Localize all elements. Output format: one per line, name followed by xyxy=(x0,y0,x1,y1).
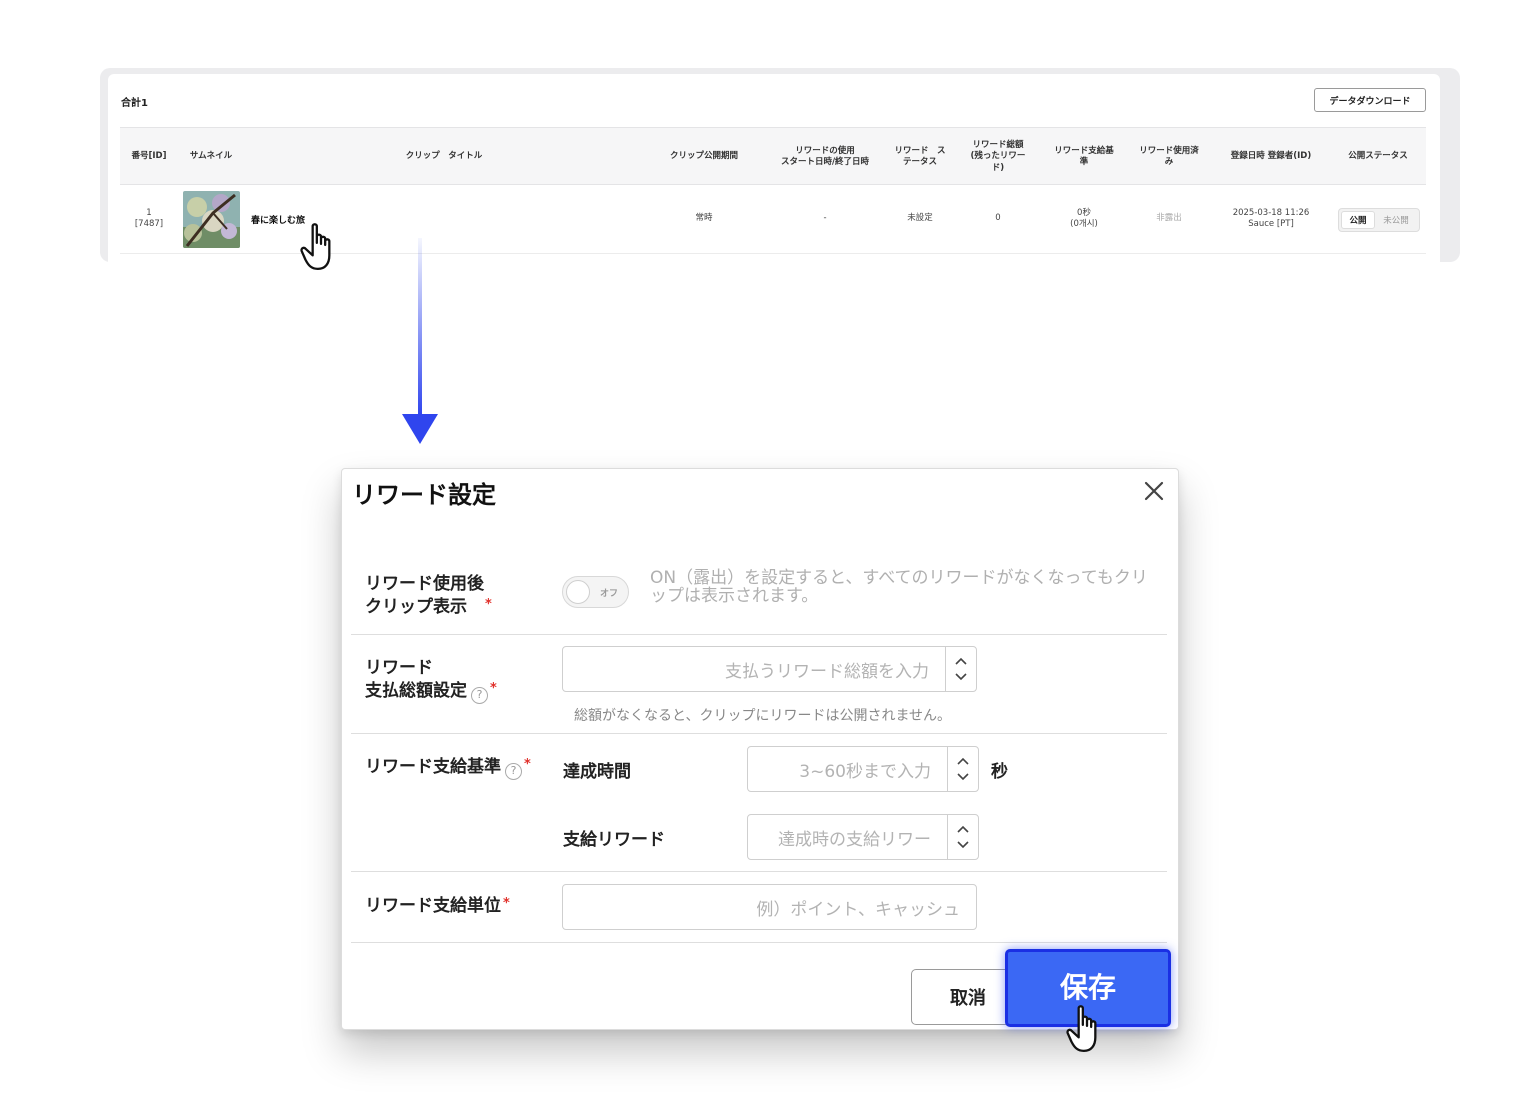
payout-label: 支給リワード xyxy=(563,830,665,850)
table-header: 番号[ID] サムネイル クリップ タイトル クリップ公開期間 リワードの使用 … xyxy=(120,127,1426,185)
total-amount-input[interactable]: 支払うリワード総額を入力 xyxy=(562,646,977,692)
flow-arrow-head-icon xyxy=(402,414,438,444)
hand-cursor-icon xyxy=(300,223,331,271)
close-icon[interactable] xyxy=(1142,479,1166,503)
row-id-cell: 1 [7487] xyxy=(134,207,164,229)
criteria-label: リワード支給基準? * xyxy=(365,756,531,780)
row-reward-total: 0 xyxy=(995,213,1001,224)
divider xyxy=(351,871,1167,872)
required-mark: * xyxy=(524,757,531,772)
header-id: 番号[ID] xyxy=(131,151,167,162)
chevron-up-icon[interactable] xyxy=(955,657,967,665)
header-title: クリップ タイトル xyxy=(405,151,483,162)
clip-title-link[interactable]: 春に楽しむ旅 xyxy=(251,213,305,226)
help-icon[interactable]: ? xyxy=(505,762,522,780)
achieve-time-stepper[interactable] xyxy=(947,747,978,791)
help-icon[interactable]: ? xyxy=(471,686,488,704)
data-download-button[interactable]: データダウンロード xyxy=(1314,88,1426,112)
row-reward-criteria: 0秒 (0개시) xyxy=(1070,207,1098,229)
chevron-up-icon[interactable] xyxy=(957,757,969,765)
display-after-label: リワード使用後 クリップ表示 * xyxy=(365,574,492,617)
required-mark: * xyxy=(490,680,497,696)
toggle-knob xyxy=(566,580,590,604)
row-reward-start: - xyxy=(823,213,827,224)
header-thumbnail: サムネイル xyxy=(189,151,233,162)
required-mark: * xyxy=(503,896,510,911)
total-amount-stepper[interactable] xyxy=(945,647,976,691)
payout-stepper[interactable] xyxy=(947,815,978,859)
seconds-unit: 秒 xyxy=(991,762,1008,782)
divider xyxy=(351,634,1167,635)
chevron-down-icon[interactable] xyxy=(957,841,969,849)
achieve-time-label: 達成時間 xyxy=(563,762,631,782)
chevron-up-icon[interactable] xyxy=(957,825,969,833)
row-reward-used: 非露出 xyxy=(1156,213,1182,224)
header-reward-used: リワード使用済 み xyxy=(1139,145,1199,167)
required-mark: * xyxy=(485,596,492,612)
header-period: クリップ公開期間 xyxy=(669,151,738,162)
public-status-toggle[interactable]: 公開 未公開 xyxy=(1338,208,1420,232)
total-amount-label: リワード 支払総額設定? * xyxy=(365,657,497,704)
chevron-down-icon[interactable] xyxy=(955,673,967,681)
chevron-down-icon[interactable] xyxy=(957,773,969,781)
header-reward-status: リワード ス テータス xyxy=(894,145,946,167)
modal-title: リワード設定 xyxy=(352,481,496,509)
header-reward-start: リワードの使用 スタート日時/終了日時 xyxy=(780,145,870,167)
hand-cursor-icon xyxy=(1066,1005,1097,1053)
header-reward-total: リワード総額 (残ったリワー ド) xyxy=(970,139,1026,173)
divider xyxy=(351,942,1167,943)
reward-settings-modal: リワード設定 リワード使用後 クリップ表示 * オフ ON（露出）を設定すると、す… xyxy=(341,468,1179,1030)
clip-thumbnail[interactable] xyxy=(183,191,240,248)
header-registered: 登録日時 登録者(ID) xyxy=(1230,151,1312,162)
display-after-hint: ON（露出）を設定すると、すべてのリワードがなくなってもクリップは表示されます。 xyxy=(650,568,1148,606)
total-amount-note: 総額がなくなると、クリップにリワードは公開されません。 xyxy=(574,708,952,724)
achieve-time-input[interactable]: 3~60秒まで入力 xyxy=(747,746,979,792)
status-public-option[interactable]: 公開 xyxy=(1341,211,1375,229)
row-registered: 2025-03-18 11:26 Sauce [PT] xyxy=(1232,207,1310,229)
flow-arrow-line xyxy=(418,238,422,416)
display-after-toggle[interactable]: オフ xyxy=(562,576,629,608)
total-count: 合計1 xyxy=(121,98,148,109)
row-period: 常時 xyxy=(695,213,713,224)
status-private-option[interactable]: 未公開 xyxy=(1375,214,1417,226)
unit-input[interactable]: 例）ポイント、キャッシュ xyxy=(562,884,977,930)
unit-label: リワード支給単位 * xyxy=(365,896,510,916)
header-public-status: 公開ステータス xyxy=(1348,151,1408,162)
divider xyxy=(351,733,1167,734)
header-reward-criteria: リワード支給基 準 xyxy=(1054,145,1114,167)
row-reward-status: 未設定 xyxy=(907,213,933,224)
payout-input[interactable]: 達成時の支給リワー xyxy=(747,814,979,860)
